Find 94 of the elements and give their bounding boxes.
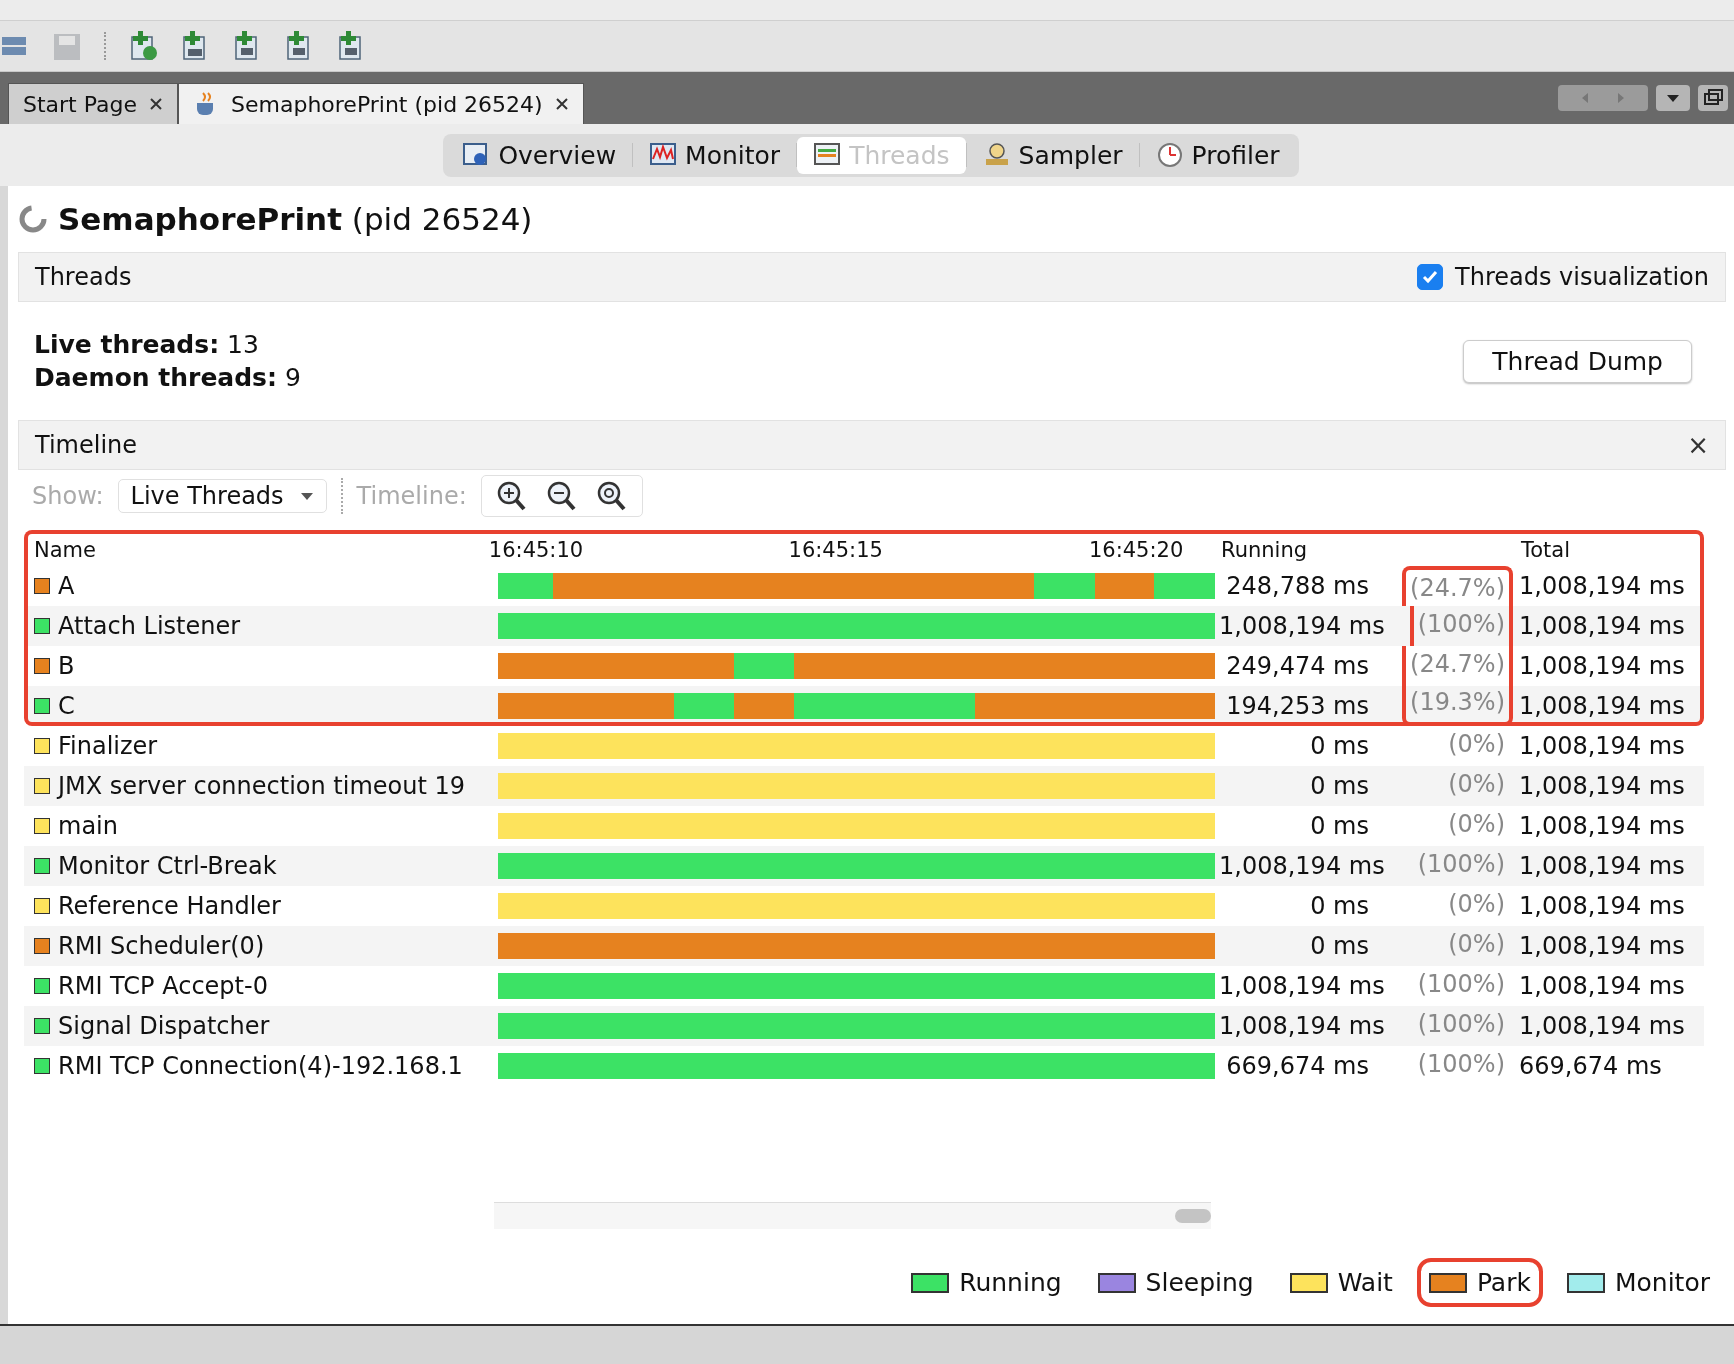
legend-label: Sleeping [1145, 1268, 1254, 1297]
thread-name: Signal Dispatcher [58, 1012, 270, 1040]
view-tab[interactable]: Monitor [633, 136, 797, 174]
close-button[interactable]: × [1687, 430, 1709, 460]
total-time: 1,008,194 ms [1518, 652, 1686, 680]
section-title: Threads [35, 263, 132, 291]
thread-name: main [58, 812, 118, 840]
legend-label: Wait [1337, 1268, 1393, 1297]
app-title: SemaphorePrint (pid 26524) [58, 201, 533, 237]
total-time: 1,008,194 ms [1518, 1012, 1686, 1040]
caret-icon [299, 491, 314, 501]
running-percent: (100%) [1416, 1009, 1506, 1040]
view-tab-label: Monitor [685, 140, 781, 170]
running-time: 0 ms [1309, 772, 1369, 800]
thread-name: C [58, 692, 75, 720]
total-time: 1,008,194 ms [1518, 612, 1686, 640]
view-tab[interactable]: Sampler [966, 136, 1139, 174]
running-time: 669,674 ms [1225, 1052, 1369, 1080]
running-percent: (0%) [1447, 929, 1506, 960]
time-tick: 16:45:20 [1088, 538, 1184, 562]
add-globe-icon[interactable] [128, 31, 158, 61]
total-time: 1,008,194 ms [1518, 972, 1686, 1000]
horizontal-scrollbar[interactable] [494, 1202, 1211, 1229]
column-header[interactable]: Running [1215, 538, 1515, 562]
thread-name: B [58, 652, 75, 680]
dropdown-icon[interactable] [1656, 85, 1690, 111]
time-tick: 16:45:10 [488, 538, 584, 562]
timeline-label: Timeline: [356, 482, 467, 510]
view-tab-label: Profiler [1191, 140, 1280, 170]
running-percent: (0%) [1447, 769, 1506, 800]
total-time: 1,008,194 ms [1518, 812, 1686, 840]
tab-label: Start Page [23, 91, 137, 117]
view-tab[interactable]: Profiler [1139, 136, 1296, 174]
show-dropdown[interactable]: Live Threads [117, 479, 327, 513]
thread-dump-button[interactable]: Thread Dump [1463, 339, 1692, 383]
tab-label: SemaphorePrint (pid 26524) [231, 91, 543, 117]
running-percent: (100%) [1416, 969, 1506, 1000]
running-time: 248,788 ms [1225, 572, 1369, 600]
legend-label: Park [1476, 1268, 1531, 1297]
editor-tab[interactable]: Start Page [8, 83, 178, 124]
total-time: 669,674 ms [1518, 1052, 1663, 1080]
thread-name: RMI TCP Connection(4)-192.168.1 [58, 1052, 463, 1080]
total-time: 1,008,194 ms [1518, 892, 1686, 920]
total-time: 1,008,194 ms [1518, 692, 1686, 720]
total-time: 1,008,194 ms [1518, 932, 1686, 960]
running-time: 249,474 ms [1225, 652, 1369, 680]
running-time: 0 ms [1309, 732, 1369, 760]
running-time: 0 ms [1309, 932, 1369, 960]
thread-name: JMX server connection timeout 19 [58, 772, 465, 800]
running-time: 1,008,194 ms [1219, 1012, 1385, 1040]
restore-window-icon[interactable] [1698, 85, 1728, 111]
running-percent: (100%) [1409, 606, 1513, 646]
total-time: 1,008,194 ms [1518, 732, 1686, 760]
checkmark-icon [1421, 268, 1440, 286]
running-time: 0 ms [1309, 812, 1369, 840]
running-time: 1,008,194 ms [1219, 612, 1385, 640]
running-percent: (0%) [1447, 889, 1506, 920]
running-percent: (100%) [1416, 849, 1506, 880]
total-time: 1,008,194 ms [1518, 772, 1686, 800]
running-time: 1,008,194 ms [1219, 972, 1385, 1000]
view-tab[interactable]: Overview [446, 136, 633, 174]
spinner-icon [18, 204, 48, 234]
checkbox-label: Threads visualization [1455, 263, 1709, 291]
show-label: Show: [32, 482, 104, 510]
legend-label: Monitor [1614, 1268, 1710, 1297]
legend-label: Running [959, 1268, 1062, 1297]
time-tick: 16:45:15 [788, 538, 883, 562]
thread-name: Reference Handler [58, 892, 281, 920]
running-percent: (100%) [1416, 1049, 1506, 1080]
close-icon[interactable] [554, 97, 569, 111]
running-percent: (0%) [1447, 809, 1506, 840]
running-time: 0 ms [1309, 892, 1369, 920]
total-time: 1,008,194 ms [1518, 572, 1686, 600]
thread-name: Finalizer [58, 732, 158, 760]
running-percent: (0%) [1447, 729, 1506, 760]
total-time: 1,008,194 ms [1518, 852, 1686, 880]
view-tab-label: Overview [498, 140, 617, 170]
thread-name: Attach Listener [58, 612, 241, 640]
thread-name: A [58, 572, 75, 600]
running-time: 1,008,194 ms [1219, 852, 1385, 880]
section-title: Timeline [35, 431, 138, 459]
stat-line: Daemon threads: 9 [34, 363, 301, 392]
editor-tab[interactable]: SemaphorePrint (pid 26524) [178, 83, 584, 124]
view-tab-label: Threads [849, 140, 950, 170]
clock-icon [1155, 141, 1184, 169]
thread-name: RMI TCP Accept-0 [58, 972, 268, 1000]
thread-name: RMI Scheduler(0) [58, 932, 265, 960]
thread-name: Monitor Ctrl-Break [58, 852, 277, 880]
view-tab-label: Sampler [1018, 140, 1123, 170]
close-icon[interactable] [149, 97, 163, 111]
running-time: 194,253 ms [1225, 692, 1369, 720]
checkbox[interactable] [1417, 264, 1444, 290]
column-header[interactable]: Total [1515, 538, 1699, 562]
stat-line: Live threads: 13 [34, 330, 260, 359]
